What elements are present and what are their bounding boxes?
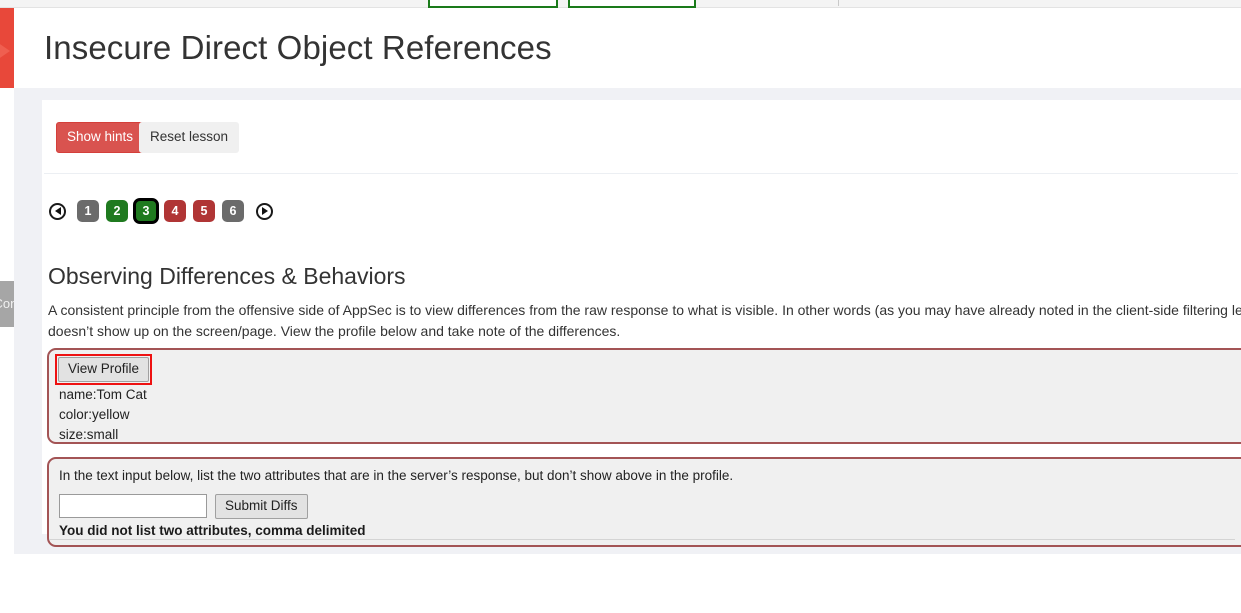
- page-title: Insecure Direct Object References: [44, 29, 552, 66]
- diff-error-message: You did not list two attributes, comma d…: [59, 523, 366, 538]
- profile-panel: View Profile name:Tom Cat color:yellow s…: [47, 348, 1241, 444]
- view-profile-button[interactable]: View Profile: [58, 357, 150, 383]
- arrow-left-icon[interactable]: [49, 202, 66, 220]
- diff-input[interactable]: [59, 494, 207, 518]
- pagination-item-1[interactable]: 1: [77, 200, 99, 222]
- diff-form-prompt: In the text input below, list the two at…: [59, 468, 734, 483]
- sidebar-tab-access-control[interactable]: Access Control: [0, 281, 14, 327]
- pagination-item-2[interactable]: 2: [106, 200, 128, 222]
- pagination-item-5[interactable]: 5: [193, 200, 215, 222]
- arrow-left-glyph: [54, 207, 61, 215]
- arrow-right-icon[interactable]: [256, 202, 273, 220]
- green-highlight-box-1: [428, 0, 558, 8]
- pagination-item-6[interactable]: 6: [222, 200, 244, 222]
- profile-row-name: name:Tom Cat: [59, 387, 147, 402]
- profile-row-size: size:small: [59, 427, 119, 442]
- panel-inner-rule: [49, 539, 1235, 540]
- lesson-pagination: 1 2 3 4 5 6: [49, 198, 282, 224]
- pagination-item-3[interactable]: 3: [133, 198, 159, 224]
- chevron-right-icon: [0, 40, 10, 62]
- show-hints-button[interactable]: Show hints: [56, 122, 145, 153]
- lesson-heading: Observing Differences & Behaviors: [48, 263, 406, 289]
- top-divider-tick: [838, 0, 839, 6]
- diff-form-panel: In the text input below, list the two at…: [47, 457, 1241, 547]
- view-profile-highlight: View Profile: [55, 354, 153, 386]
- top-cutoff-strip: [0, 0, 1241, 8]
- left-accent-bar: [0, 8, 14, 88]
- lesson-paragraph: A consistent principle from the offensiv…: [48, 302, 1241, 339]
- arrow-right-glyph: [261, 207, 268, 215]
- green-highlight-box-2: [568, 0, 696, 8]
- profile-row-color: color:yellow: [59, 407, 130, 422]
- app-page: Access Control Insecure Direct Object Re…: [0, 0, 1241, 613]
- submit-diffs-button[interactable]: Submit Diffs: [215, 494, 308, 520]
- pagination-item-4[interactable]: 4: [164, 200, 186, 222]
- lesson-card: Show hints Reset lesson 1 2 3 4 5 6 Obse…: [42, 100, 1241, 547]
- reset-lesson-button[interactable]: Reset lesson: [139, 122, 240, 153]
- page-header: Insecure Direct Object References: [14, 8, 1241, 88]
- content-background: Show hints Reset lesson 1 2 3 4 5 6 Obse…: [14, 88, 1241, 554]
- toolbar-divider: [44, 173, 1238, 174]
